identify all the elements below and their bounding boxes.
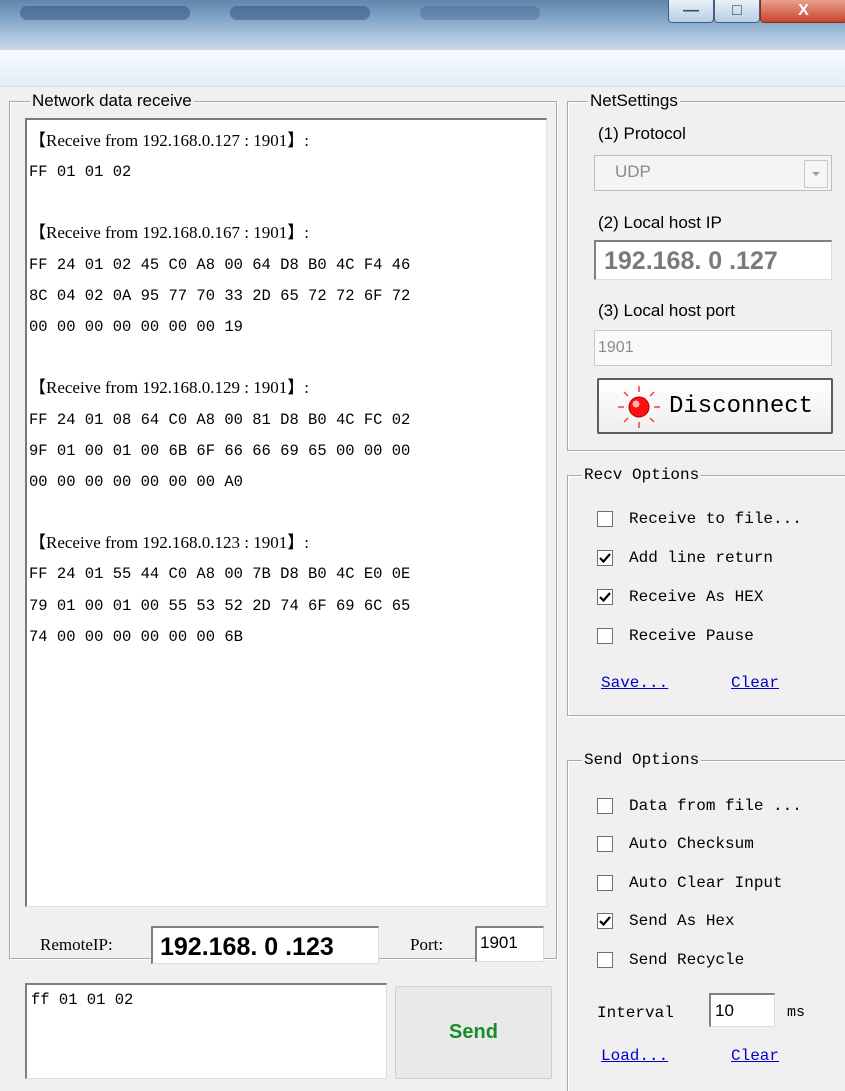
port-label: Port:: [410, 935, 444, 954]
receive-data-line: FF 24 01 08 64 C0 A8 00 81 D8 B0 4C FC 0…: [29, 411, 411, 429]
maximize-button[interactable]: □: [714, 0, 760, 23]
recv-option-checkbox-row[interactable]: Receive to file...: [597, 509, 842, 531]
receive-data-line: 8C 04 02 0A 95 77 70 33 2D 65 72 72 6F 7…: [29, 287, 411, 305]
checkbox-label: Send Recycle: [629, 951, 745, 969]
checkbox[interactable]: [597, 628, 613, 644]
checkbox-label: Auto Clear Input: [629, 874, 783, 892]
interval-label: Interval: [597, 1004, 674, 1022]
close-button[interactable]: X: [760, 0, 845, 23]
checkbox[interactable]: [597, 836, 613, 852]
recv-option-checkbox-row[interactable]: Receive As HEX: [597, 587, 842, 609]
local-ip-value: 192.168. 0 .127: [604, 247, 778, 275]
disconnect-button-label: Disconnect: [669, 393, 814, 420]
load-link[interactable]: Load...: [601, 1047, 668, 1065]
checkbox[interactable]: [597, 798, 613, 814]
checkbox-label: Add line return: [629, 549, 774, 567]
checkbox[interactable]: [597, 589, 613, 605]
checkmark-icon: [599, 553, 611, 564]
send-input-value: ff 01 01 02: [31, 991, 134, 1009]
receive-block-header: 【Receive from 192.168.0.123 : 1901】:: [29, 533, 309, 552]
protocol-select[interactable]: UDP: [594, 155, 832, 191]
remote-ip-label: RemoteIP:: [40, 935, 113, 954]
minimize-button[interactable]: —: [668, 0, 714, 23]
send-option-checkbox-row[interactable]: Data from file ...: [597, 796, 842, 818]
receive-data-line: FF 24 01 02 45 C0 A8 00 64 D8 B0 4C F4 4…: [29, 256, 411, 274]
checkbox-label: Data from file ...: [629, 797, 802, 815]
local-port-label: (3) Local host port: [598, 301, 736, 320]
checkmark-icon: [599, 592, 611, 603]
net-settings-label: NetSettings: [588, 91, 680, 111]
local-ip-field[interactable]: 192.168. 0 .127: [594, 240, 832, 280]
dropdown-arrow-button[interactable]: [804, 160, 828, 188]
send-option-checkbox-row[interactable]: Auto Checksum: [597, 834, 842, 856]
receive-group-label: Network data receive: [30, 91, 194, 111]
checkbox-label: Auto Checksum: [629, 835, 754, 853]
receive-data-line: FF 01 01 02: [29, 163, 132, 181]
receive-text-area[interactable]: 【Receive from 192.168.0.127 : 1901】: FF …: [25, 118, 547, 907]
title-bar: — □ X: [0, 0, 845, 50]
send-button[interactable]: Send: [395, 986, 552, 1079]
receive-block-header: 【Receive from 192.168.0.129 : 1901】:: [29, 378, 309, 397]
interval-value: 10: [715, 1001, 734, 1020]
receive-data-line: 00 00 00 00 00 00 00 A0: [29, 473, 243, 491]
receive-data-line: 00 00 00 00 00 00 00 19: [29, 318, 243, 336]
remote-port-value: 1901: [480, 933, 518, 952]
receive-block-header: 【Receive from 192.168.0.167 : 1901】:: [29, 223, 309, 242]
receive-block-header: 【Receive from 192.168.0.127 : 1901】:: [29, 131, 309, 150]
remote-port-input[interactable]: 1901: [475, 926, 544, 962]
chevron-down-icon: [812, 172, 820, 176]
local-port-value: 1901: [598, 339, 634, 356]
recv-option-checkbox-row[interactable]: Receive Pause: [597, 626, 842, 648]
connection-status-icon: [618, 386, 660, 428]
checkbox[interactable]: [597, 550, 613, 566]
checkbox[interactable]: [597, 913, 613, 929]
close-icon: X: [798, 2, 809, 19]
send-clear-link[interactable]: Clear: [731, 1047, 779, 1065]
remote-ip-field[interactable]: 192.168. 0 .123: [151, 926, 379, 964]
recv-clear-link[interactable]: Clear: [731, 674, 779, 692]
send-option-checkbox-row[interactable]: Send Recycle: [597, 950, 842, 972]
local-port-input[interactable]: 1901: [594, 330, 832, 366]
receive-data-line: 74 00 00 00 00 00 00 6B: [29, 628, 243, 646]
interval-input[interactable]: 10: [709, 993, 775, 1027]
protocol-value: UDP: [615, 162, 651, 181]
maximize-icon: □: [732, 2, 742, 19]
receive-data-line: 79 01 00 01 00 55 53 52 2D 74 6F 69 6C 6…: [29, 597, 411, 615]
disconnect-button[interactable]: Disconnect: [597, 378, 833, 434]
send-button-label: Send: [449, 1021, 498, 1043]
local-ip-label: (2) Local host IP: [598, 213, 722, 232]
recv-option-checkbox-row[interactable]: Add line return: [597, 548, 842, 570]
send-input[interactable]: ff 01 01 02: [25, 983, 387, 1079]
send-option-checkbox-row[interactable]: Auto Clear Input: [597, 873, 842, 895]
checkmark-icon: [599, 916, 611, 927]
checkbox[interactable]: [597, 511, 613, 527]
checkbox[interactable]: [597, 952, 613, 968]
checkbox[interactable]: [597, 875, 613, 891]
protocol-label: (1) Protocol: [598, 124, 686, 143]
receive-data-line: FF 24 01 55 44 C0 A8 00 7B D8 B0 4C E0 0…: [29, 565, 411, 583]
checkbox-label: Receive to file...: [629, 510, 802, 528]
checkbox-label: Send As Hex: [629, 912, 735, 930]
checkbox-label: Receive Pause: [629, 627, 754, 645]
send-option-checkbox-row[interactable]: Send As Hex: [597, 911, 842, 933]
remote-ip-value: 192.168. 0 .123: [160, 933, 334, 961]
checkbox-label: Receive As HEX: [629, 588, 764, 606]
save-link[interactable]: Save...: [601, 674, 668, 692]
interval-unit: ms: [787, 1004, 806, 1021]
receive-data-line: 9F 01 00 01 00 6B 6F 66 66 69 65 00 00 0…: [29, 442, 411, 460]
minimize-icon: —: [683, 2, 699, 19]
send-options-label: Send Options: [582, 750, 702, 770]
menu-bar: [0, 50, 845, 87]
recv-options-label: Recv Options: [582, 465, 702, 485]
